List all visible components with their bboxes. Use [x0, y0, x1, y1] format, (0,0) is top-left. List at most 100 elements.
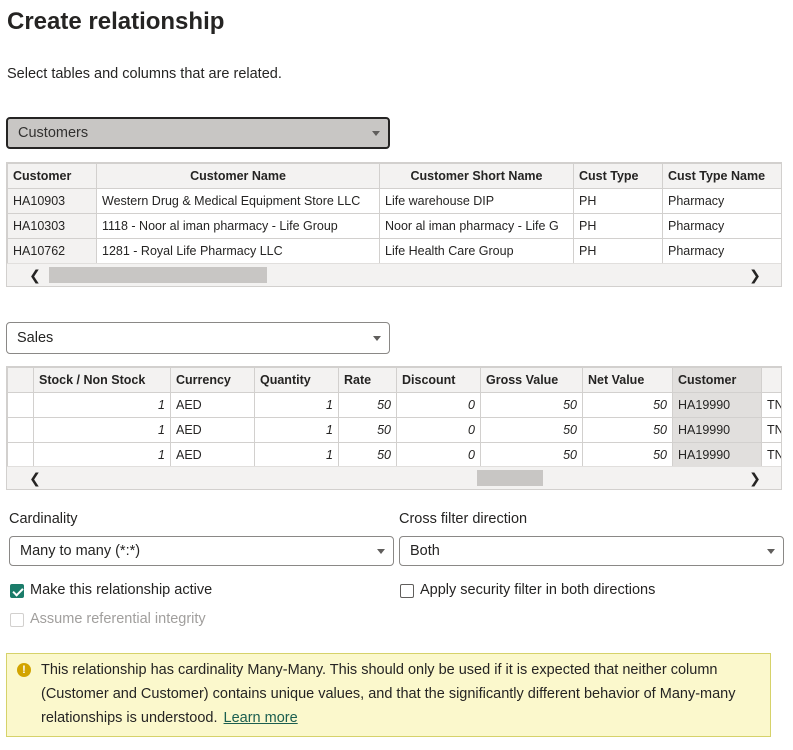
- security-filter-checkbox[interactable]: [400, 584, 414, 598]
- table-cell: HA19990: [672, 417, 762, 443]
- table-cell: 50: [480, 392, 583, 418]
- table-row: HA10303 1118 - Noor al iman pharmacy - L…: [7, 213, 781, 239]
- table-cell: 50: [582, 392, 673, 418]
- scrollbar-thumb[interactable]: [477, 470, 543, 486]
- table-row: 1 AED 1 50 0 50 50 HA19990 TN: [7, 392, 781, 418]
- table-cell: Pharmacy: [662, 213, 781, 239]
- table-cell: PH: [573, 213, 663, 239]
- column-header[interactable]: Customer Name: [96, 163, 380, 189]
- column-header[interactable]: Cust Type Name: [662, 163, 781, 189]
- cardinality-label: Cardinality: [9, 511, 78, 527]
- table-cell: 50: [338, 417, 397, 443]
- table-cell: HA10303: [7, 213, 97, 239]
- chevron-down-icon: [767, 549, 775, 554]
- column-header[interactable]: Stock / Non Stock: [33, 367, 171, 393]
- referential-integrity-checkbox: [10, 613, 24, 627]
- table-cell: Noor al iman pharmacy - Life G: [379, 213, 574, 239]
- table1-grid: Customer Customer Name Customer Short Na…: [7, 163, 781, 264]
- table-cell: 1: [33, 417, 171, 443]
- table-cell: HA10903: [7, 188, 97, 214]
- cardinality-warning-banner: ! This relationship has cardinality Many…: [6, 653, 771, 737]
- cross-filter-value: Both: [410, 543, 440, 559]
- table-cell: 1281 - Royal Life Pharmacy LLC: [96, 238, 380, 264]
- table-cell: [7, 417, 34, 443]
- table-cell: 1: [254, 417, 339, 443]
- cross-filter-label: Cross filter direction: [399, 511, 528, 527]
- scrollbar-thumb[interactable]: [49, 267, 267, 283]
- table2-grid: Stock / Non Stock Currency Quantity Rate…: [7, 367, 781, 468]
- table1-select[interactable]: Customers: [6, 117, 390, 149]
- column-header[interactable]: Customer: [7, 163, 97, 189]
- table-cell: AED: [170, 442, 255, 468]
- column-header[interactable]: Gross Value: [480, 367, 583, 393]
- table-cell: 50: [582, 417, 673, 443]
- table-row: HA10762 1281 - Royal Life Pharmacy LLC L…: [7, 238, 781, 264]
- chevron-down-icon: [377, 549, 385, 554]
- table1-horizontal-scrollbar[interactable]: ❮ ❯: [7, 263, 781, 286]
- cross-filter-select[interactable]: Both: [399, 536, 784, 566]
- table-cell: TN: [761, 417, 781, 443]
- table-cell: Pharmacy: [662, 188, 781, 214]
- table-cell: Life Health Care Group: [379, 238, 574, 264]
- table-cell: AED: [170, 392, 255, 418]
- table-cell: [7, 442, 34, 468]
- chevron-right-icon[interactable]: ❯: [747, 470, 763, 486]
- active-checkbox-label[interactable]: Make this relationship active: [30, 582, 212, 598]
- active-checkbox[interactable]: [10, 584, 24, 598]
- table-cell: Pharmacy: [662, 238, 781, 264]
- table-row: HA10903 Western Drug & Medical Equipment…: [7, 188, 781, 214]
- table-header-row: Stock / Non Stock Currency Quantity Rate…: [7, 367, 781, 393]
- table-cell: 1: [254, 442, 339, 468]
- table-cell: 1: [33, 442, 171, 468]
- column-header[interactable]: [7, 367, 34, 393]
- table-header-row: Customer Customer Name Customer Short Na…: [7, 163, 781, 189]
- dialog-subtitle: Select tables and columns that are relat…: [7, 66, 282, 82]
- table-cell: 50: [338, 442, 397, 468]
- table-cell: HA19990: [672, 442, 762, 468]
- learn-more-link[interactable]: Learn more: [224, 710, 298, 726]
- column-header[interactable]: Quantity: [254, 367, 339, 393]
- table-cell: [7, 392, 34, 418]
- referential-integrity-label: Assume referential integrity: [30, 611, 206, 627]
- table-cell: AED: [170, 417, 255, 443]
- table-cell: Life warehouse DIP: [379, 188, 574, 214]
- warning-icon: !: [17, 663, 31, 677]
- table2-select-value: Sales: [17, 330, 54, 346]
- chevron-left-icon[interactable]: ❮: [27, 470, 43, 486]
- table-cell: 1: [254, 392, 339, 418]
- table-cell: TN: [761, 392, 781, 418]
- table-cell: 50: [582, 442, 673, 468]
- table2-horizontal-scrollbar[interactable]: ❮ ❯: [7, 466, 781, 489]
- table-cell: 0: [396, 392, 481, 418]
- table1-select-value: Customers: [18, 125, 89, 141]
- column-header[interactable]: Customer Short Name: [379, 163, 574, 189]
- chevron-right-icon[interactable]: ❯: [747, 267, 763, 283]
- column-header-selected[interactable]: Customer: [672, 367, 762, 393]
- column-header[interactable]: Currency: [170, 367, 255, 393]
- chevron-down-icon: [373, 336, 381, 341]
- table-cell: PH: [573, 238, 663, 264]
- table2-preview: Stock / Non Stock Currency Quantity Rate…: [6, 366, 782, 490]
- table-cell: HA10762: [7, 238, 97, 264]
- table2-select[interactable]: Sales: [6, 322, 390, 354]
- column-header[interactable]: Cust Type: [573, 163, 663, 189]
- table-cell: 1: [33, 392, 171, 418]
- column-header[interactable]: [761, 367, 781, 393]
- table-row: 1 AED 1 50 0 50 50 HA19990 TN: [7, 442, 781, 468]
- cardinality-select[interactable]: Many to many (*:*): [9, 536, 394, 566]
- table-row: 1 AED 1 50 0 50 50 HA19990 TN: [7, 417, 781, 443]
- cardinality-value: Many to many (*:*): [20, 543, 141, 559]
- chevron-left-icon[interactable]: ❮: [27, 267, 43, 283]
- warning-text: This relationship has cardinality Many-M…: [41, 662, 736, 726]
- table-cell: 50: [480, 442, 583, 468]
- table-cell: 0: [396, 417, 481, 443]
- table-cell: Western Drug & Medical Equipment Store L…: [96, 188, 380, 214]
- column-header[interactable]: Rate: [338, 367, 397, 393]
- column-header[interactable]: Discount: [396, 367, 481, 393]
- table-cell: TN: [761, 442, 781, 468]
- security-filter-checkbox-label[interactable]: Apply security filter in both directions: [420, 582, 655, 598]
- column-header[interactable]: Net Value: [582, 367, 673, 393]
- chevron-down-icon: [372, 131, 380, 136]
- dialog-title: Create relationship: [7, 8, 225, 35]
- table-cell: 0: [396, 442, 481, 468]
